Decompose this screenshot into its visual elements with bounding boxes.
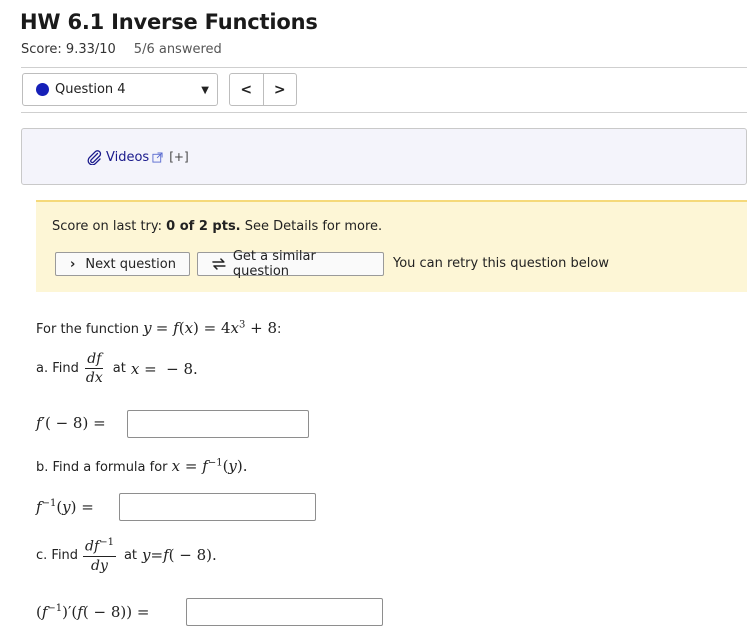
score-text: Score: 9.33/10 bbox=[21, 42, 116, 57]
part-c-answer-input[interactable] bbox=[186, 598, 383, 626]
videos-link-row: Videos [+] bbox=[86, 149, 189, 165]
previous-question-button[interactable]: < bbox=[230, 74, 263, 105]
last-try-points: 0 of 2 pts. bbox=[166, 219, 241, 234]
function-equation: y bbox=[143, 319, 152, 337]
last-try-score: Score on last try: 0 of 2 pts. See Detai… bbox=[52, 219, 383, 234]
part-a-answer-input[interactable] bbox=[127, 410, 309, 438]
part-a-prompt: a. Find df dx at x = − 8. bbox=[36, 351, 198, 386]
derivative-fraction: df dx bbox=[85, 351, 104, 386]
next-question-arrow-button[interactable]: > bbox=[262, 74, 297, 105]
paperclip-icon bbox=[87, 150, 102, 165]
next-question-button[interactable]: › Next question bbox=[55, 252, 190, 276]
score-summary: Score: 9.33/10 5/6 answered bbox=[21, 42, 222, 57]
divider bbox=[21, 67, 747, 68]
expand-videos-toggle[interactable]: [+] bbox=[169, 150, 188, 164]
function-statement: For the function y = f(x) = 4x3 + 8: bbox=[36, 319, 282, 337]
part-c-answer-label: (f−1)′(f( − 8)) = bbox=[36, 603, 150, 621]
part-a-answer-label: f′( − 8) = bbox=[36, 414, 106, 432]
part-b-prompt: b. Find a formula for x = f−1(y). bbox=[36, 457, 248, 475]
question-nav: < > bbox=[229, 73, 297, 106]
retry-message: You can retry this question below bbox=[393, 256, 609, 271]
question-select[interactable]: Question 4 ▼ bbox=[22, 73, 218, 106]
part-b-answer-label: f−1(y) = bbox=[36, 498, 94, 516]
page-title: HW 6.1 Inverse Functions bbox=[20, 10, 318, 34]
divider bbox=[21, 112, 747, 113]
refresh-icon bbox=[212, 258, 226, 270]
part-c-prompt: c. Find df−1 dy at y = f( − 8). bbox=[36, 537, 217, 574]
question-select-label: Question 4 bbox=[55, 82, 126, 97]
answered-count: 5/6 answered bbox=[133, 42, 222, 57]
similar-question-button[interactable]: Get a similar question bbox=[197, 249, 384, 279]
caret-down-icon: ▼ bbox=[201, 85, 209, 96]
part-b-answer-input[interactable] bbox=[119, 493, 316, 521]
videos-link[interactable]: Videos bbox=[106, 150, 149, 165]
external-link-icon bbox=[152, 151, 163, 163]
question-status-dot bbox=[36, 83, 49, 96]
feedback-panel bbox=[36, 200, 747, 292]
inverse-derivative-fraction: df−1 dy bbox=[83, 537, 116, 574]
chevron-right-icon: › bbox=[70, 256, 76, 272]
